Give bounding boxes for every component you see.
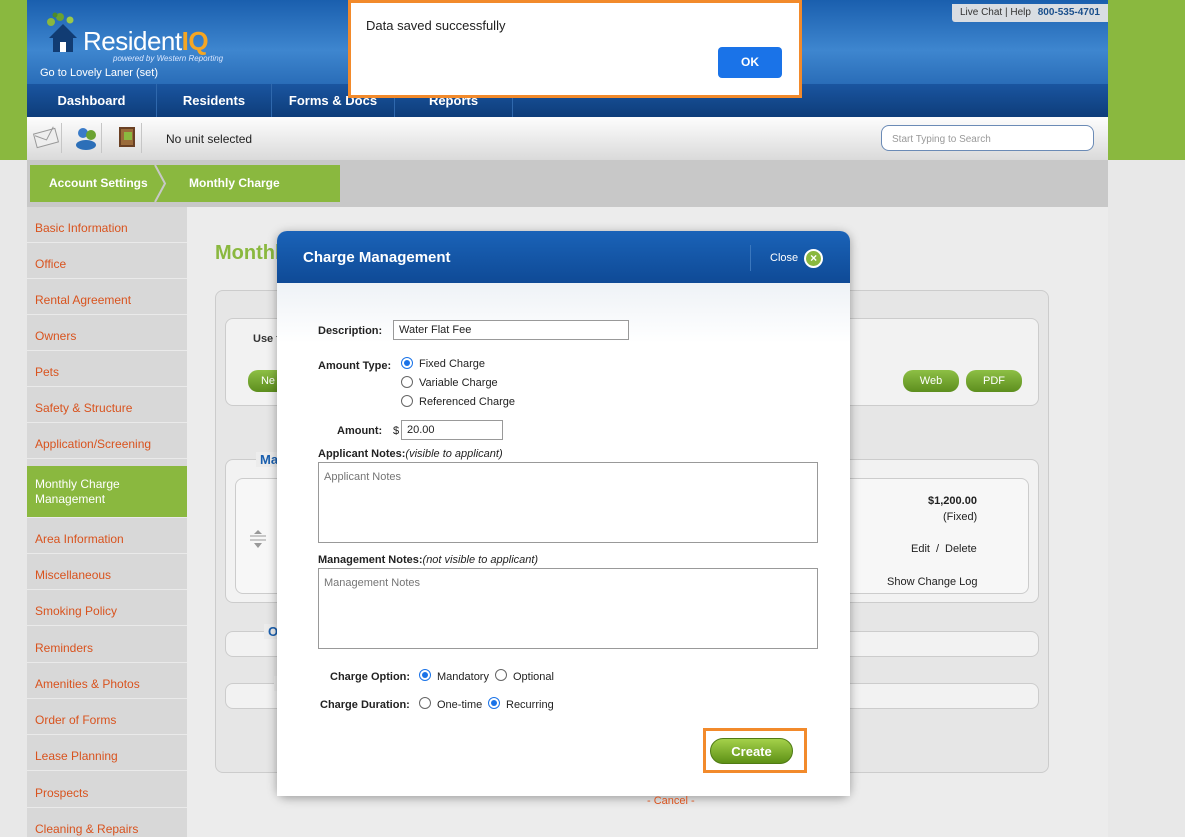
description-label: Description: [318,325,383,337]
charge-duration-label: Charge Duration: [320,699,410,711]
management-notes-hint: (not visible to applicant) [422,554,539,566]
alert-dialog: Data saved successfully OK [348,0,802,98]
amount-label: Amount: [337,425,383,437]
recurring-radio[interactable] [488,697,500,709]
dialog-header: Charge Management Close × [277,231,850,289]
mandatory-label: Mandatory [437,671,489,683]
amount-type-label: Amount Type: [318,360,392,372]
recurring-label: Recurring [506,699,554,711]
amount-input[interactable] [401,420,503,440]
variable-charge-radio[interactable] [401,376,413,388]
management-notes-label: Management Notes: [318,554,423,566]
dialog-close-button[interactable]: Close × [750,245,824,271]
close-label: Close [770,252,799,264]
charge-option-label: Charge Option: [330,671,411,683]
create-button[interactable]: Create [710,738,793,764]
dialog-body: Description: Amount Type: Fixed Charge V… [277,283,850,807]
optional-label: Optional [513,671,554,683]
applicant-notes-label: Applicant Notes: [318,448,406,460]
mandatory-radio[interactable] [419,669,431,681]
cancel-link[interactable]: - Cancel - [647,795,695,807]
currency-symbol: $ [393,425,400,437]
fixed-charge-radio[interactable] [401,357,413,369]
alert-ok-button[interactable]: OK [718,47,782,78]
referenced-charge-label: Referenced Charge [419,396,516,408]
variable-charge-label: Variable Charge [419,377,498,389]
management-notes-heading: Management Notes:(not visible to applica… [318,554,538,566]
charge-management-dialog: Charge Management Close × Description: Am… [277,231,850,807]
applicant-notes-textarea[interactable] [318,462,818,543]
referenced-charge-radio[interactable] [401,395,413,407]
management-notes-textarea[interactable] [318,568,818,649]
applicant-notes-heading: Applicant Notes:(visible to applicant) [318,448,503,460]
close-x-icon: × [804,248,824,268]
one-time-radio[interactable] [419,697,431,709]
alert-message: Data saved successfully [366,18,506,33]
optional-radio[interactable] [495,669,507,681]
one-time-label: One-time [437,699,483,711]
fixed-charge-label: Fixed Charge [419,358,486,370]
description-input[interactable] [393,320,629,340]
dialog-title: Charge Management [303,249,451,266]
applicant-notes-hint: (visible to applicant) [405,448,503,460]
